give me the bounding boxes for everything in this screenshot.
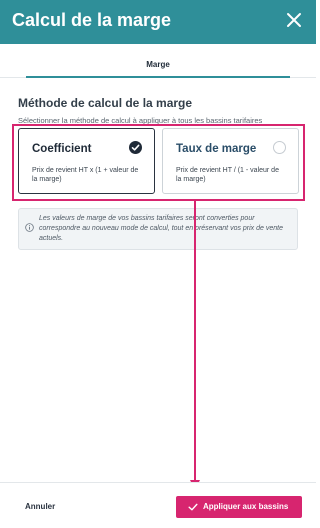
- close-icon: [287, 13, 301, 27]
- modal-footer: Annuler Appliquer aux bassins: [0, 482, 316, 528]
- info-icon: [25, 223, 34, 232]
- tab-marge[interactable]: Marge: [26, 44, 290, 78]
- apply-button[interactable]: Appliquer aux bassins: [176, 496, 302, 518]
- section-title: Méthode de calcul de la marge: [18, 96, 193, 110]
- tab-label: Marge: [146, 60, 170, 69]
- modal-title: Calcul de la marge: [12, 10, 172, 30]
- check-icon: [188, 503, 198, 511]
- apply-button-label: Appliquer aux bassins: [203, 502, 289, 511]
- tab-active-indicator: [26, 76, 290, 78]
- info-notice: Les valeurs de marge de vos bassins tari…: [18, 208, 298, 250]
- info-text: Les valeurs de marge de vos bassins tari…: [39, 215, 283, 242]
- annotation-arrow: [190, 201, 200, 490]
- tab-bar: Marge: [0, 44, 316, 78]
- close-button[interactable]: [284, 10, 304, 30]
- modal-header: Calcul de la marge: [0, 0, 316, 44]
- cancel-button[interactable]: Annuler: [25, 502, 55, 511]
- highlight-box: [12, 124, 305, 201]
